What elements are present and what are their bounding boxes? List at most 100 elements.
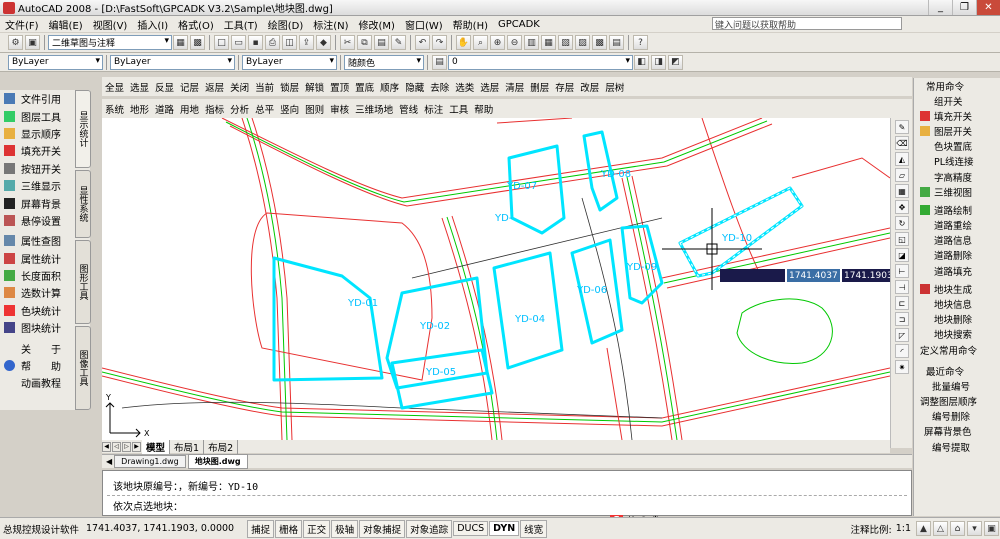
cad-btn[interactable]: 帮助 [471, 102, 496, 116]
pan-icon[interactable]: ✋ [456, 35, 471, 50]
pencil-icon[interactable]: ✎ [895, 120, 909, 134]
cad-btn[interactable]: 存层 [552, 80, 577, 94]
cad-btn[interactable]: 标注 [421, 102, 446, 116]
toggle-otrack[interactable]: 对象追踪 [406, 519, 453, 538]
cad-btn[interactable]: 删层 [527, 80, 552, 94]
menu-help[interactable]: 帮助(H) [448, 17, 493, 32]
tray-settings-icon[interactable]: ▾ [967, 521, 982, 536]
workspace-select[interactable]: 二维草图与注释 [48, 35, 172, 50]
right-item-text-height[interactable]: 字高精度 [914, 169, 1000, 184]
vtab-display-stats[interactable]: 显示统计 [75, 90, 91, 168]
toggle-osnap[interactable]: 对象捕捉 [359, 519, 406, 538]
cad-btn[interactable]: 返层 [202, 80, 227, 94]
workspace-custom-icon[interactable]: ▩ [190, 35, 205, 50]
right-item-road-info[interactable]: 道路信息 [914, 233, 1000, 248]
cad-btn[interactable]: 层树 [602, 80, 627, 94]
cad-btn[interactable]: 工具 [446, 102, 471, 116]
markup-icon[interactable]: ▩ [592, 35, 607, 50]
cad-btn[interactable]: 全显 [102, 80, 127, 94]
stretch-icon[interactable]: ◪ [895, 248, 909, 262]
recent-item[interactable]: 屏幕背景色 [914, 424, 1000, 439]
erase-icon[interactable]: ⌫ [895, 136, 909, 150]
cad-btn[interactable]: 分析 [227, 102, 252, 116]
right-item-fill-toggle[interactable]: 填充开关 [914, 108, 1000, 123]
vtab-graphic-tools[interactable]: 图形工具 [75, 240, 91, 324]
cad-btn[interactable]: 去除 [427, 80, 452, 94]
menu-gpcadk[interactable]: GPCADK [493, 19, 545, 30]
workspace-save-icon[interactable]: ▦ [173, 35, 188, 50]
vtab-image-tools[interactable]: 图像工具 [75, 326, 91, 410]
fillet-icon[interactable]: ◜ [895, 344, 909, 358]
offset-icon[interactable]: ▱ [895, 168, 909, 182]
toggle-ortho[interactable]: 正交 [303, 519, 331, 538]
cad-btn[interactable]: 竖向 [277, 102, 302, 116]
cad-btn[interactable]: 地形 [127, 102, 152, 116]
tab-layout2[interactable]: 布局2 [204, 439, 239, 454]
lineweight-select[interactable]: ByLayer [242, 54, 337, 70]
zoom-realtime-icon[interactable]: ⌕ [473, 35, 488, 50]
menu-window[interactable]: 窗口(W) [400, 17, 448, 32]
scale-icon[interactable]: ◱ [895, 232, 909, 246]
lock-icon[interactable]: ⌂ [950, 521, 965, 536]
cad-btn[interactable]: 管线 [396, 102, 421, 116]
extend-icon[interactable]: ⊣ [895, 280, 909, 294]
tab-layout1[interactable]: 布局1 [170, 439, 205, 454]
next-tab-icon[interactable]: ▷ [122, 441, 131, 452]
cad-btn[interactable]: 系统 [102, 102, 127, 116]
right-item-3d-view[interactable]: 三维视图 [914, 184, 1000, 199]
toggle-ducs[interactable]: DUCS [453, 521, 489, 536]
cad-btn[interactable]: 三维场地 [352, 102, 396, 116]
right-item-color-bottom[interactable]: 色块置底 [914, 139, 1000, 154]
right-item-parcel-generate[interactable]: 地块生成 [914, 281, 1000, 296]
cad-btn[interactable]: 记层 [177, 80, 202, 94]
prev-tab-icon[interactable]: ◁ [112, 441, 121, 452]
cad-btn[interactable]: 解锁 [302, 80, 327, 94]
right-item-parcel-search[interactable]: 地块搜索 [914, 327, 1000, 342]
cad-btn[interactable]: 图则 [302, 102, 327, 116]
cad-btn[interactable]: 反显 [152, 80, 177, 94]
menu-file[interactable]: 文件(F) [0, 17, 44, 32]
right-item-road-delete[interactable]: 道路删除 [914, 248, 1000, 263]
recent-item[interactable]: 调整图层顺序 [914, 393, 1000, 408]
properties-icon[interactable]: ▥ [524, 35, 539, 50]
save-file-icon[interactable]: ▪ [248, 35, 263, 50]
toggle-polar[interactable]: 极轴 [331, 519, 359, 538]
close-button[interactable]: ✕ [976, 0, 1000, 15]
right-item-road-fill[interactable]: 道路填充 [914, 263, 1000, 278]
undo-icon[interactable]: ↶ [415, 35, 430, 50]
workspace-settings-icon[interactable]: ▣ [25, 35, 40, 50]
menu-modify[interactable]: 修改(M) [354, 17, 400, 32]
cad-btn[interactable]: 当前 [252, 80, 277, 94]
right-item-pl-connect[interactable]: PL线连接 [914, 154, 1000, 169]
cad-btn[interactable]: 隐藏 [402, 80, 427, 94]
chamfer-icon[interactable]: ◸ [895, 328, 909, 342]
auto-scale-icon[interactable]: △ [933, 521, 948, 536]
annotation-scale-select[interactable]: 1:1 [896, 523, 911, 534]
right-item-group-toggle[interactable]: 组开关 [914, 93, 1000, 108]
menu-format[interactable]: 格式(O) [173, 17, 219, 32]
right-item-define-commands[interactable]: 定义常用命令 [914, 342, 1000, 357]
array-icon[interactable]: ▦ [895, 184, 909, 198]
tab-model[interactable]: 模型 [142, 439, 171, 454]
cad-btn[interactable]: 审核 [327, 102, 352, 116]
minimize-button[interactable]: _ [928, 0, 952, 15]
cad-btn[interactable]: 锁层 [277, 80, 302, 94]
toggle-snap[interactable]: 捕捉 [247, 519, 275, 538]
open-file-icon[interactable]: ▭ [231, 35, 246, 50]
doc-tab-parcel[interactable]: 地块图.dwg [187, 454, 248, 469]
recent-item[interactable]: 批量编号 [914, 378, 1000, 393]
recent-item[interactable]: 编号删除 [914, 409, 1000, 424]
vtab-display-system[interactable]: 显性系统 [75, 170, 91, 238]
workspace-icon[interactable]: ⚙ [8, 35, 23, 50]
command-window[interactable]: 该地块原编号：，新编号：YD-10 依次点选地块： [102, 470, 912, 516]
layer-state-icon[interactable]: ◩ [668, 54, 683, 70]
print-icon[interactable]: ⎙ [265, 35, 280, 50]
right-item-layer-toggle[interactable]: 图层开关 [914, 123, 1000, 138]
linetype-select[interactable]: ByLayer [110, 54, 235, 70]
recent-item[interactable]: 编号提取 [914, 439, 1000, 454]
annotation-visibility-icon[interactable]: ▲ [916, 521, 931, 536]
sheet-set-icon[interactable]: ▨ [575, 35, 590, 50]
new-file-icon[interactable]: □ [214, 35, 229, 50]
help-icon[interactable]: ? [633, 35, 648, 50]
rotate-icon[interactable]: ↻ [895, 216, 909, 230]
